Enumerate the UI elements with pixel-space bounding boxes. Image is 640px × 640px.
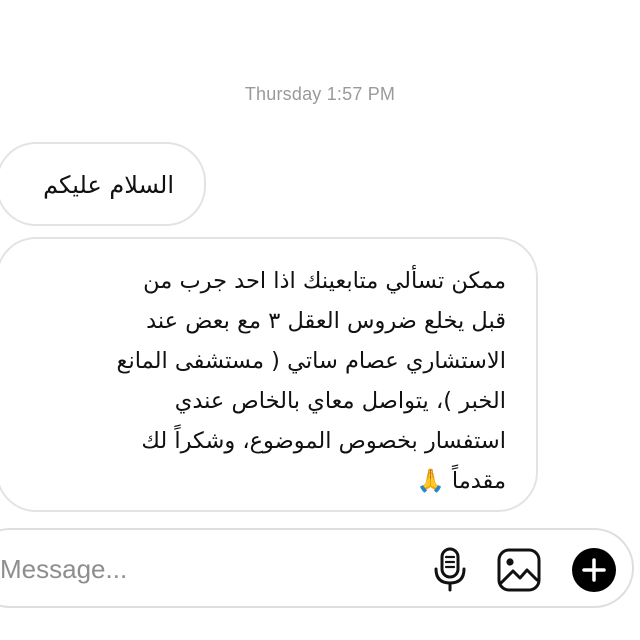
message-text-line: استفسار بخصوص الموضوع، وشكراً لك bbox=[141, 428, 506, 454]
received-message-bubble[interactable]: السلام عليكم bbox=[0, 142, 206, 226]
message-composer bbox=[0, 528, 634, 608]
message-text-line: ممكن تسألي متابعينك اذا احد جرب من bbox=[143, 268, 506, 294]
message-text-line: الاستشاري عصام ساتي ( مستشفى المانع bbox=[116, 348, 506, 374]
microphone-button[interactable] bbox=[428, 546, 472, 594]
message-text: السلام عليكم bbox=[43, 171, 174, 199]
message-text-line: الخبر )، يتواصل معاي بالخاص عندي bbox=[174, 388, 506, 414]
microphone-icon bbox=[434, 547, 466, 592]
photo-gallery-button[interactable] bbox=[494, 546, 544, 594]
message-input[interactable] bbox=[0, 551, 300, 587]
plus-icon bbox=[572, 548, 616, 592]
message-text-line: قبل يخلع ضروس العقل ٣ مع بعض عند bbox=[146, 308, 506, 334]
message-timestamp: Thursday 1:57 PM bbox=[244, 84, 396, 104]
photo-gallery-icon bbox=[497, 548, 541, 592]
chat-screen: Thursday 1:57 PM السلام عليكم ممكن تسألي… bbox=[0, 0, 640, 640]
message-text-line: مقدماً 🙏 bbox=[416, 468, 506, 494]
received-message-bubble[interactable]: ممكن تسألي متابعينك اذا احد جرب من قبل ي… bbox=[0, 237, 538, 512]
more-options-button[interactable] bbox=[570, 546, 618, 594]
